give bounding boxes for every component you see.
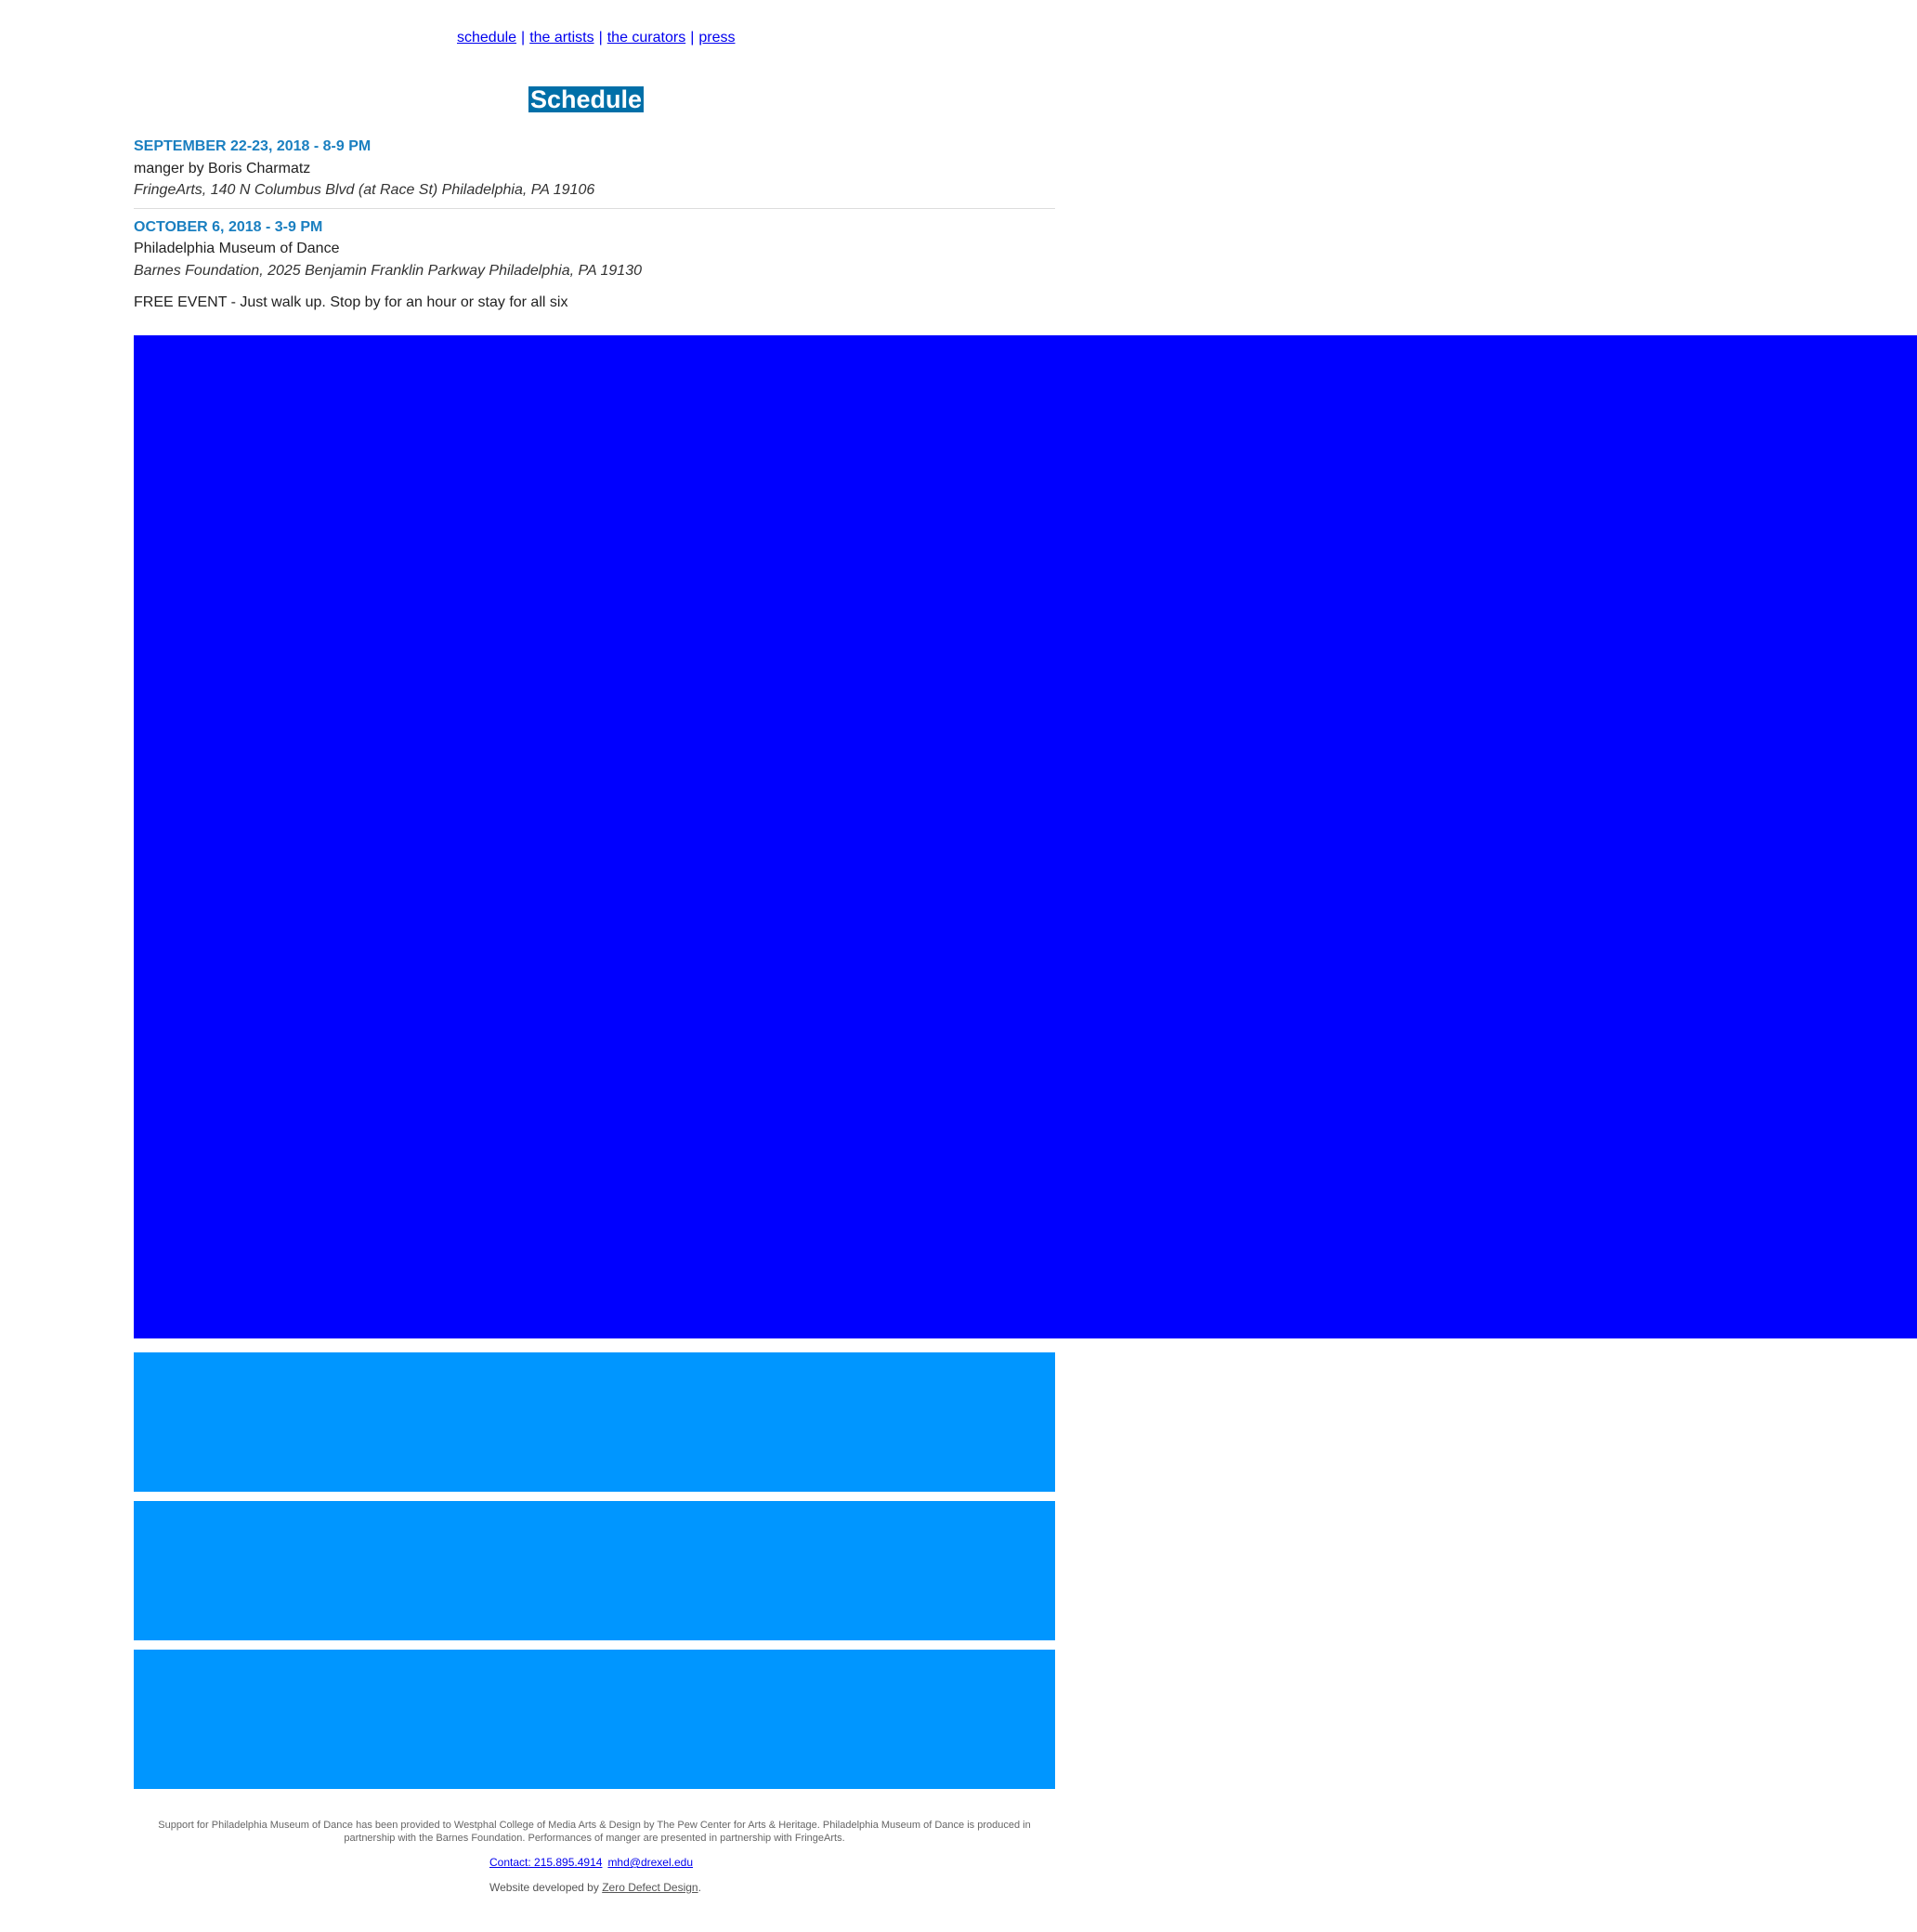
video-embed[interactable] bbox=[134, 335, 1917, 1338]
gallery-image-2 bbox=[134, 1501, 1055, 1640]
top-nav: schedule | the artists | the curators | … bbox=[455, 28, 737, 48]
section-divider bbox=[134, 208, 1055, 209]
footer-contact: Contact: 215.895.4914 mhd@drexel.edu bbox=[489, 1856, 693, 1869]
nav-separator: | bbox=[690, 30, 695, 46]
nav-separator: | bbox=[521, 30, 526, 46]
event-date-2: OCTOBER 6, 2018 - 3-9 PM bbox=[134, 219, 323, 235]
contact-phone-link[interactable]: Contact: 215.895.4914 bbox=[489, 1856, 602, 1869]
support-credit-text: Support for Philadelphia Museum of Dance… bbox=[158, 1820, 1031, 1844]
contact-email-link[interactable]: mhd@drexel.edu bbox=[607, 1856, 693, 1869]
event-name-1: manger by Boris Charmatz bbox=[134, 161, 311, 176]
event-name-2: Philadelphia Museum of Dance bbox=[134, 241, 340, 256]
nav-link-schedule[interactable]: schedule bbox=[455, 30, 518, 46]
credit-prefix: Website developed by bbox=[489, 1881, 599, 1894]
event-date-1: SEPTEMBER 22-23, 2018 - 8-9 PM bbox=[134, 138, 372, 154]
site-credit: Website developed by Zero Defect Design. bbox=[489, 1881, 701, 1894]
free-event-note: FREE EVENT - Just walk up. Stop by for a… bbox=[134, 294, 568, 310]
credit-suffix: . bbox=[698, 1881, 701, 1894]
nav-link-artists[interactable]: the artists bbox=[528, 30, 595, 46]
page-title: Schedule bbox=[528, 85, 645, 114]
nav-link-press[interactable]: press bbox=[697, 30, 737, 46]
credit-link[interactable]: Zero Defect Design bbox=[602, 1881, 698, 1894]
gallery-image-3 bbox=[134, 1650, 1055, 1789]
nav-link-curators[interactable]: the curators bbox=[606, 30, 687, 46]
event-venue-1: FringeArts, 140 N Columbus Blvd (at Race… bbox=[134, 182, 595, 198]
nav-separator: | bbox=[598, 30, 603, 46]
gallery-image-1 bbox=[134, 1352, 1055, 1492]
event-venue-2: Barnes Foundation, 2025 Benjamin Frankli… bbox=[134, 263, 642, 279]
